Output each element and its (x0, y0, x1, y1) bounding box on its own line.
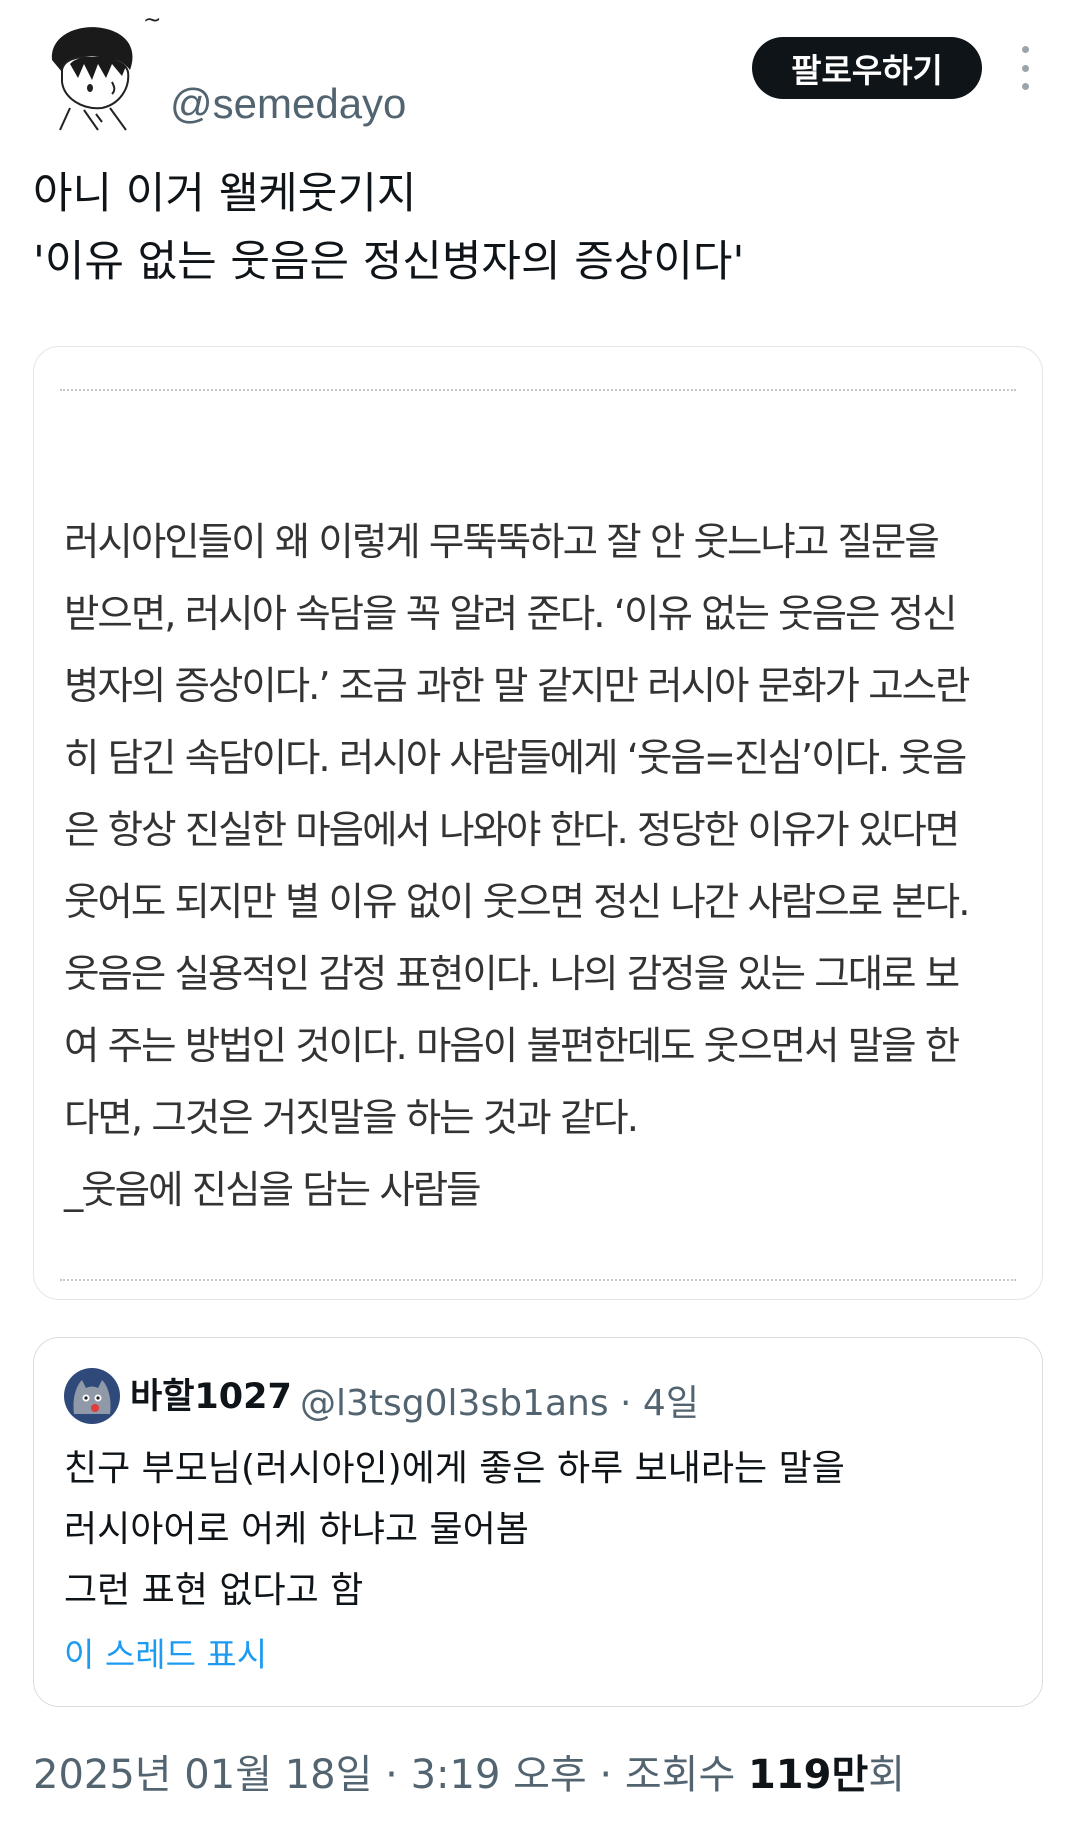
quoted-author-meta: @l3tsg0l3sb1ans · 4일 (300, 1383, 699, 1424)
more-vertical-icon (1021, 46, 1029, 53)
views-count: 119만 (747, 1752, 869, 1798)
author-avatar[interactable] (40, 22, 150, 132)
follow-button[interactable]: 팔로우하기 (752, 37, 982, 99)
views-suffix: 회 (868, 1752, 906, 1798)
quoted-author-name: 바할1027 (130, 1377, 292, 1417)
tweet-text: 아니 이거 왤케웃기지 '이유 없는 웃음은 정신병자의 증상이다' (33, 169, 745, 287)
divider (60, 389, 1016, 391)
quoted-tweet[interactable]: 바할1027 @l3tsg0l3sb1ans · 4일 친구 부모님(러시아인)… (33, 1337, 1043, 1707)
tweet-datetime: 2025년 01월 18일 · 3:19 오후 · 조회수 (33, 1752, 748, 1798)
cat-avatar-icon (64, 1368, 120, 1424)
author-handle[interactable]: @semedayo (170, 80, 406, 128)
more-options-button[interactable] (1010, 46, 1040, 90)
cartoon-boy-avatar-icon (51, 27, 133, 131)
tweet-timestamp-views: 2025년 01월 18일 · 3:19 오후 · 조회수 119만회 (33, 1742, 905, 1800)
tweet-image[interactable]: 러시아인들이 왜 이렇게 무뚝뚝하고 잘 안 웃느냐고 질문을 받으면, 러시아… (33, 346, 1043, 1300)
author-name: ~ (143, 8, 162, 33)
divider (60, 1279, 1016, 1281)
quoted-author-avatar (64, 1368, 120, 1424)
book-excerpt: 러시아인들이 왜 이렇게 무뚝뚝하고 잘 안 웃느냐고 질문을 받으면, 러시아… (64, 520, 970, 1213)
show-thread-link[interactable]: 이 스레드 표시 (64, 1628, 267, 1676)
quoted-tweet-text: 친구 부모님(러시아인)에게 좋은 하루 보내라는 말을 러시아어로 어케 하냐… (64, 1448, 845, 1611)
